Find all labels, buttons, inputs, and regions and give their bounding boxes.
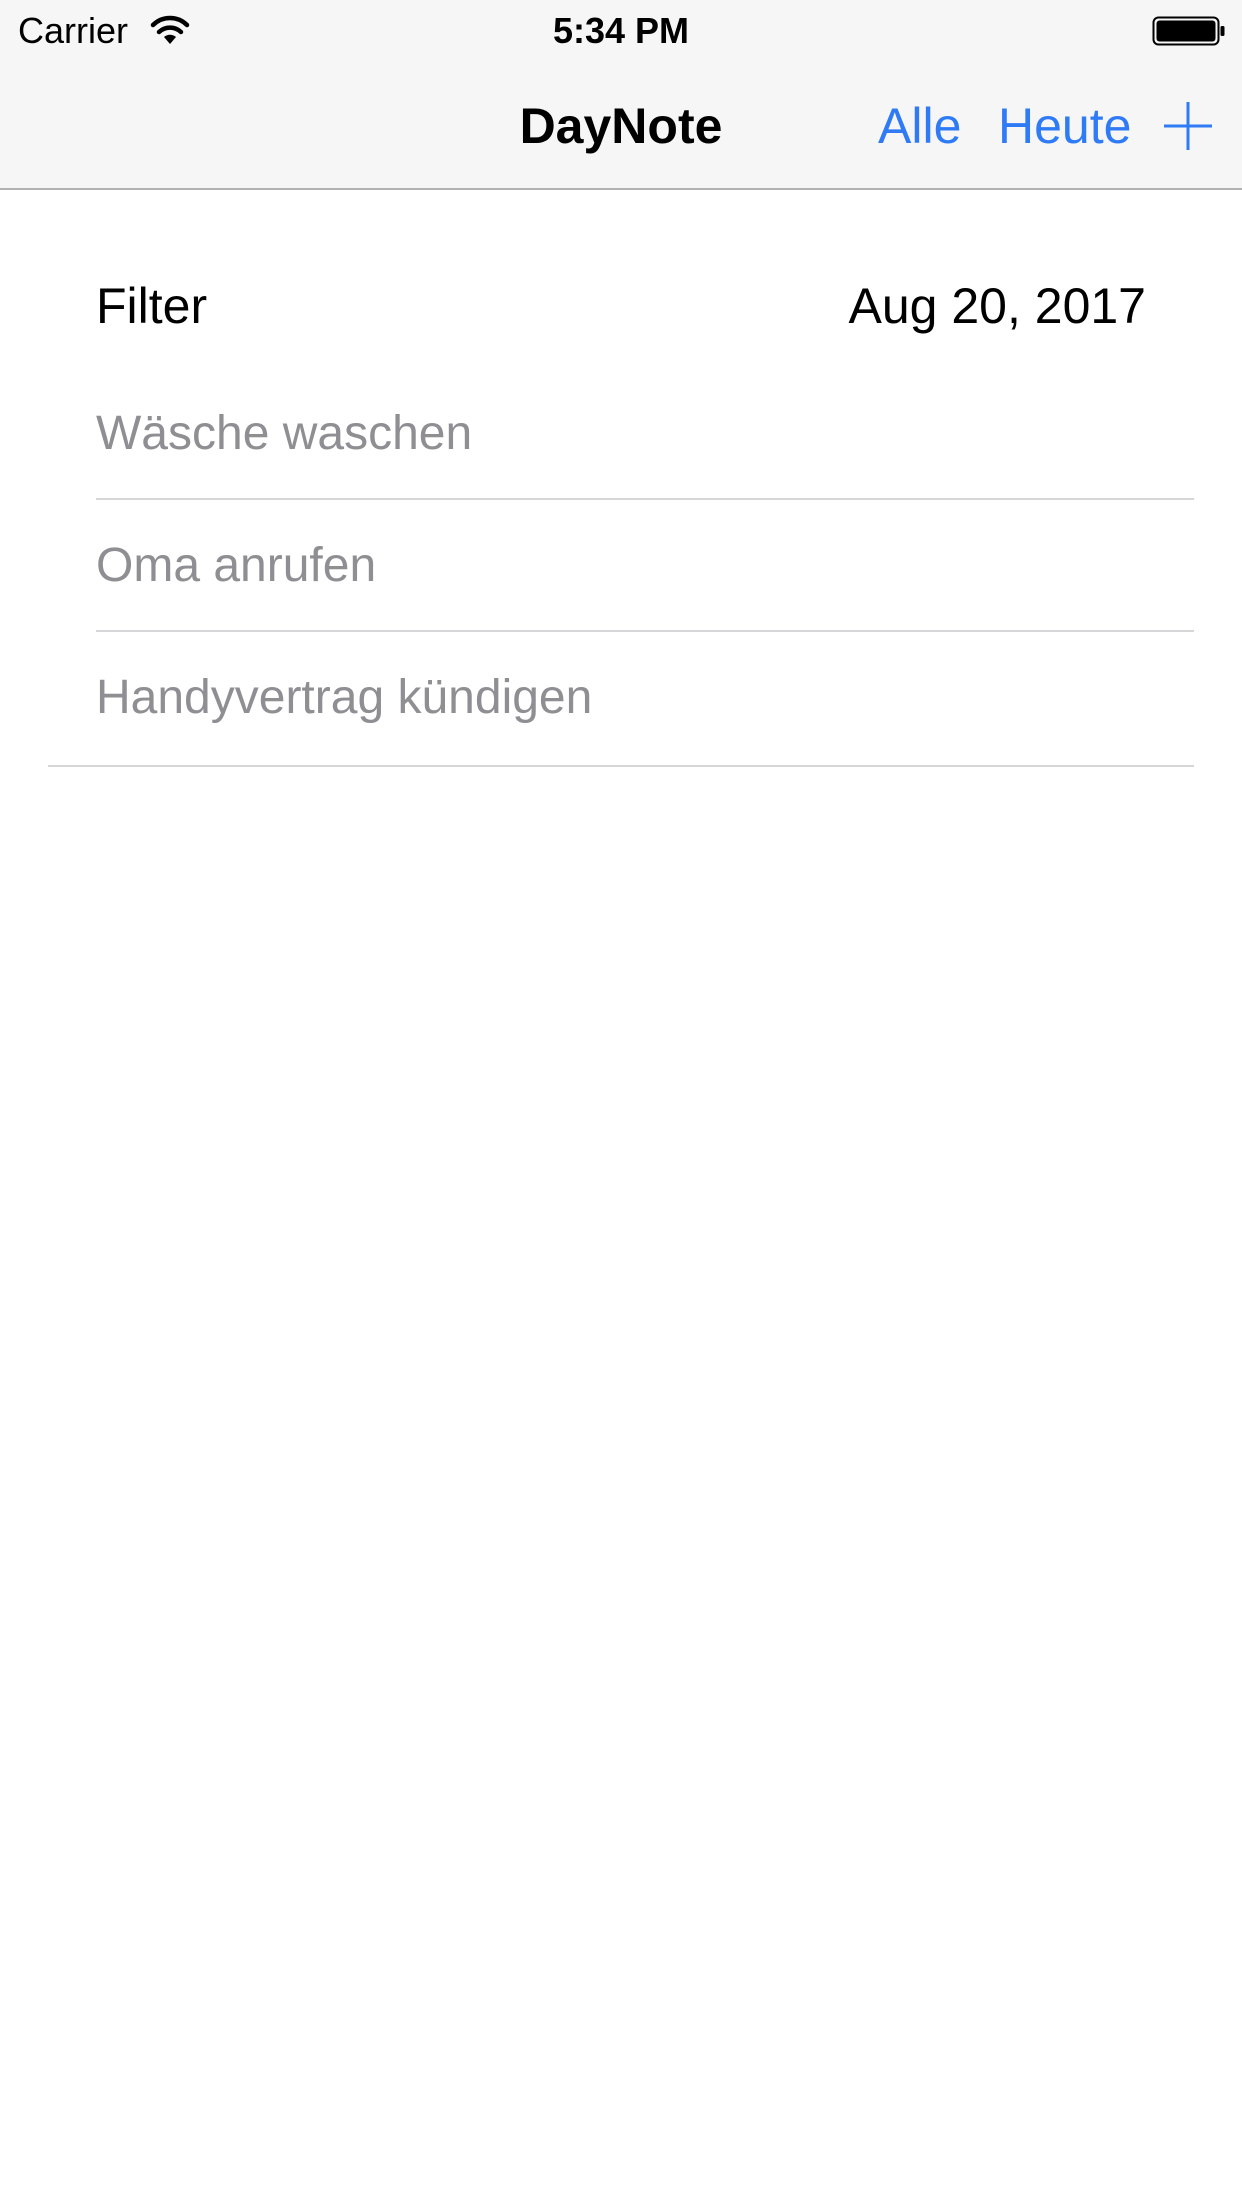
all-button[interactable]: Alle [878, 96, 961, 156]
filter-label: Filter [96, 278, 208, 334]
note-text: Wäsche waschen [96, 407, 473, 460]
battery-icon [1152, 16, 1225, 46]
note-text: Handyvertrag kündigen [96, 671, 593, 724]
today-button[interactable]: Heute [998, 96, 1131, 156]
list-divider [48, 765, 1194, 767]
list-item[interactable]: Wäsche waschen [96, 368, 1194, 500]
list-item[interactable]: Oma anrufen [96, 500, 1194, 632]
plus-icon[interactable] [1162, 100, 1214, 152]
status-bar: Carrier 5:34 PM [0, 0, 1242, 60]
filter-date-picker[interactable]: Aug 20, 2017 [849, 276, 1147, 336]
navigation-bar: DayNote Alle Heute [0, 60, 1242, 190]
list-item[interactable]: Handyvertrag kündigen [96, 632, 1194, 764]
filter-row: Filter Aug 20, 2017 [0, 250, 1242, 360]
note-text: Oma anrufen [96, 539, 377, 592]
status-time: 5:34 PM [552, 10, 690, 51]
